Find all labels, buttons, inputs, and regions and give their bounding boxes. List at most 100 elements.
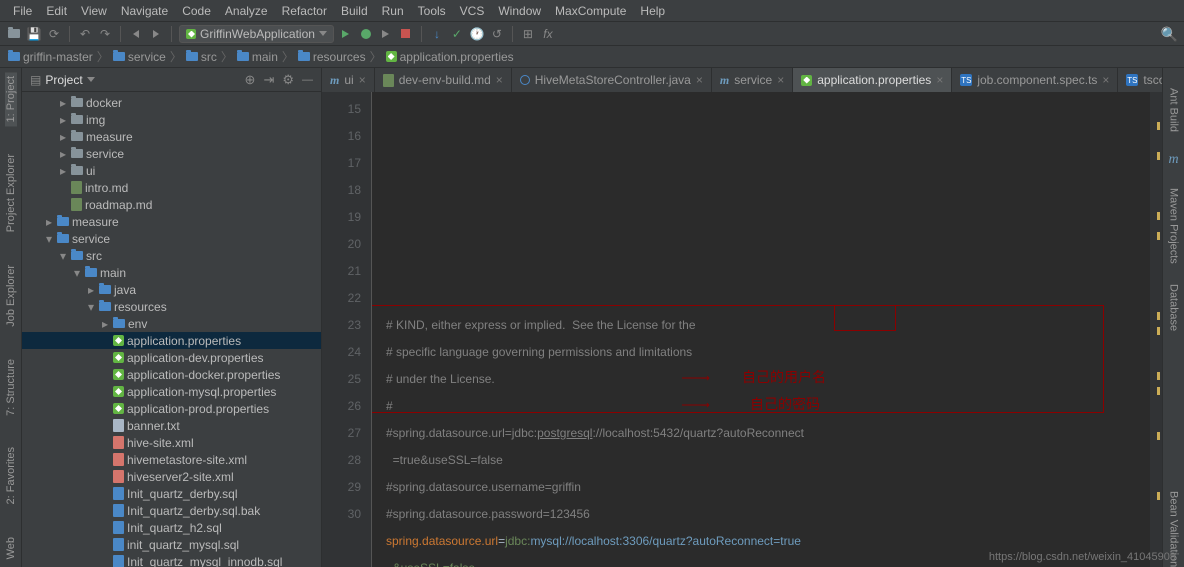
refresh-icon[interactable]: ⟳ xyxy=(46,26,62,42)
close-icon[interactable] xyxy=(1102,73,1109,87)
open-icon[interactable] xyxy=(6,26,22,42)
expand-icon[interactable]: ⇥ xyxy=(263,72,274,88)
tab-application-properties[interactable]: application.properties xyxy=(793,68,952,92)
menu-refactor[interactable]: Refactor xyxy=(275,4,334,18)
tool-job-explorer[interactable]: Job Explorer xyxy=(5,261,17,331)
vcs-history-icon[interactable]: 🕐 xyxy=(469,26,485,42)
arrow-icon: ———→ xyxy=(682,392,708,419)
tool--favorites[interactable]: 2: Favorites xyxy=(5,443,17,508)
stop-icon[interactable] xyxy=(398,26,414,42)
save-icon[interactable]: 💾 xyxy=(26,26,42,42)
tree-item[interactable]: java xyxy=(22,281,321,298)
close-icon[interactable] xyxy=(936,73,943,87)
tree-item[interactable]: application-dev.properties xyxy=(22,349,321,366)
structure-icon[interactable]: ⊞ xyxy=(520,26,536,42)
tab-ui[interactable]: mui xyxy=(322,68,375,92)
code-editor[interactable]: 15161718192021222324252627282930 ———→ 自己… xyxy=(322,92,1162,567)
folder-blue-icon xyxy=(113,319,125,328)
vcs-update-icon[interactable]: ↓ xyxy=(429,26,445,42)
tree-item[interactable]: src xyxy=(22,247,321,264)
tree-item[interactable]: banner.txt xyxy=(22,417,321,434)
tab-tsconfig-json[interactable]: tsconfig.json xyxy=(1118,68,1162,92)
breadcrumb-item[interactable]: src xyxy=(186,50,217,64)
breadcrumb-item[interactable]: main xyxy=(237,50,278,64)
close-icon[interactable] xyxy=(359,73,366,87)
menu-edit[interactable]: Edit xyxy=(39,4,74,18)
hide-icon[interactable] xyxy=(302,72,313,88)
fx-icon[interactable]: fx xyxy=(540,26,556,42)
tab-dev-env-build-md[interactable]: dev-env-build.md xyxy=(375,68,512,92)
menu-window[interactable]: Window xyxy=(491,4,548,18)
menu-file[interactable]: File xyxy=(6,4,39,18)
tree-item[interactable]: application.properties xyxy=(22,332,321,349)
vcs-revert-icon[interactable]: ↺ xyxy=(489,26,505,42)
tree-item[interactable]: service xyxy=(22,145,321,162)
menu-navigate[interactable]: Navigate xyxy=(114,4,175,18)
run-config-selector[interactable]: GriffinWebApplication xyxy=(179,25,334,43)
debug-icon[interactable] xyxy=(358,26,374,42)
tree-item[interactable]: env xyxy=(22,315,321,332)
tab-service[interactable]: mservice xyxy=(712,68,793,92)
breadcrumb-item[interactable]: griffin-master xyxy=(8,50,93,64)
code-content[interactable]: ———→ 自己的用户名 ———→ 自己的密码 # KIND, either ex… xyxy=(372,92,1162,567)
tree-item[interactable]: hivemetastore-site.xml xyxy=(22,451,321,468)
tree-item[interactable]: img xyxy=(22,111,321,128)
tab-HiveMetaStoreController-java[interactable]: HiveMetaStoreController.java xyxy=(512,68,712,92)
tree-item[interactable]: resources xyxy=(22,298,321,315)
breadcrumb-item[interactable]: application.properties xyxy=(386,50,514,64)
tree-item[interactable]: Init_quartz_derby.sql xyxy=(22,485,321,502)
menu-code[interactable]: Code xyxy=(175,4,218,18)
tree-item[interactable]: Init_quartz_derby.sql.bak xyxy=(22,502,321,519)
search-everywhere-icon[interactable] xyxy=(1161,26,1178,43)
menu-maxcompute[interactable]: MaxCompute xyxy=(548,4,633,18)
tool-ant-build[interactable]: Ant Build xyxy=(1168,88,1180,132)
menu-view[interactable]: View xyxy=(74,4,114,18)
tree-item[interactable]: roadmap.md xyxy=(22,196,321,213)
tree-item[interactable]: ui xyxy=(22,162,321,179)
project-tree[interactable]: dockerimgmeasureserviceuiintro.mdroadmap… xyxy=(22,92,321,567)
close-icon[interactable] xyxy=(696,73,703,87)
back-icon[interactable] xyxy=(128,26,144,42)
chevron-down-icon[interactable] xyxy=(87,77,95,82)
tree-item[interactable]: docker xyxy=(22,94,321,111)
tool-web[interactable]: Web xyxy=(5,533,17,563)
tree-item[interactable]: service xyxy=(22,230,321,247)
tree-item[interactable]: measure xyxy=(22,213,321,230)
tree-item[interactable]: application-docker.properties xyxy=(22,366,321,383)
tree-item[interactable]: main xyxy=(22,264,321,281)
tool-maven-projects[interactable]: Maven Projects xyxy=(1168,188,1180,264)
tree-item[interactable]: hiveserver2-site.xml xyxy=(22,468,321,485)
marker-stripe[interactable] xyxy=(1150,92,1162,567)
tool--structure[interactable]: 7: Structure xyxy=(5,355,17,420)
tree-item[interactable]: Init_quartz_mysql_innodb.sql xyxy=(22,553,321,567)
breadcrumb-item[interactable]: service xyxy=(113,50,166,64)
close-icon[interactable] xyxy=(496,73,503,87)
gear-icon[interactable] xyxy=(282,72,294,88)
tree-item[interactable]: application-prod.properties xyxy=(22,400,321,417)
breadcrumb-item[interactable]: resources xyxy=(298,50,366,64)
tree-item[interactable]: intro.md xyxy=(22,179,321,196)
tree-item[interactable]: init_quartz_mysql.sql xyxy=(22,536,321,553)
menu-vcs[interactable]: VCS xyxy=(453,4,492,18)
menu-run[interactable]: Run xyxy=(375,4,411,18)
close-icon[interactable] xyxy=(777,73,784,87)
tree-item[interactable]: application-mysql.properties xyxy=(22,383,321,400)
menu-build[interactable]: Build xyxy=(334,4,375,18)
menu-tools[interactable]: Tools xyxy=(411,4,453,18)
run-icon[interactable] xyxy=(338,26,354,42)
autoscroll-icon[interactable] xyxy=(245,72,256,88)
forward-icon[interactable] xyxy=(148,26,164,42)
tree-item[interactable]: Init_quartz_h2.sql xyxy=(22,519,321,536)
tool-project-explorer[interactable]: Project Explorer xyxy=(5,150,17,236)
tree-item[interactable]: hive-site.xml xyxy=(22,434,321,451)
tree-item[interactable]: measure xyxy=(22,128,321,145)
menu-analyze[interactable]: Analyze xyxy=(218,4,275,18)
coverage-icon[interactable] xyxy=(378,26,394,42)
redo-icon[interactable]: ↷ xyxy=(97,26,113,42)
menu-help[interactable]: Help xyxy=(633,4,672,18)
tab-job-component-spec-ts[interactable]: job.component.spec.ts xyxy=(952,68,1118,92)
tool-database[interactable]: Database xyxy=(1168,284,1180,331)
vcs-commit-icon[interactable]: ✓ xyxy=(449,26,465,42)
tool--project[interactable]: 1: Project xyxy=(5,72,17,126)
undo-icon[interactable]: ↶ xyxy=(77,26,93,42)
